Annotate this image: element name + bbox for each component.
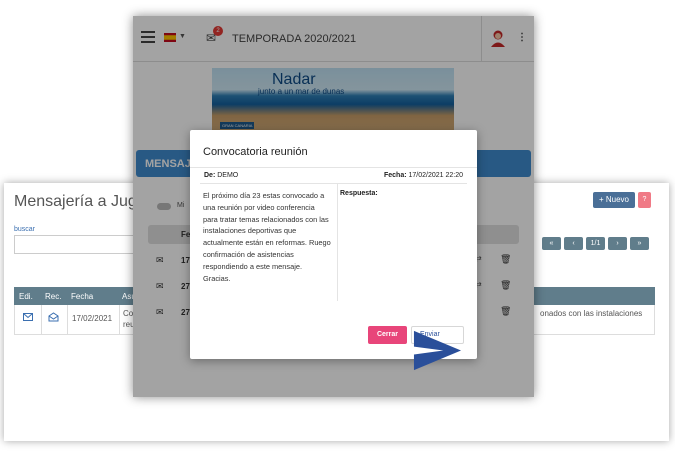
date-value: 17/02/2021 22:20 — [408, 172, 464, 179]
date-label: Fecha: — [383, 172, 407, 179]
search-label: buscar — [14, 226, 36, 233]
prev-page-button[interactable]: ‹ — [564, 237, 583, 250]
new-message-button[interactable]: + Nuevo — [592, 192, 635, 208]
help-button[interactable]: ? — [638, 192, 651, 208]
sender: De: DEMO — [204, 172, 238, 179]
message-date: Fecha: 17/02/2021 22:20 — [384, 172, 463, 179]
mail-icon[interactable] — [23, 313, 33, 321]
col-received: Rec. — [45, 292, 62, 301]
row-date: 17/02/2021 — [72, 314, 113, 323]
close-button[interactable]: Cerrar — [368, 326, 407, 344]
next-page-button[interactable]: › — [608, 237, 627, 250]
message-body: El próximo día 23 estas convocado a una … — [203, 191, 331, 283]
page-indicator: 1/1 — [586, 237, 605, 250]
search-input[interactable] — [14, 235, 136, 254]
response-textarea[interactable] — [340, 202, 468, 300]
message-dialog: Convocatoria reunión De: DEMO Fecha: 17/… — [190, 130, 477, 371]
row-text-right: onados con las instalaciones — [540, 309, 643, 318]
pagination: « ‹ 1/1 › » — [542, 237, 652, 250]
sender-value: DEMO — [217, 172, 239, 179]
response-label: Respuesta: — [340, 190, 378, 197]
send-button-label: Enviar — [420, 331, 440, 338]
send-button[interactable]: Enviar — [411, 326, 464, 371]
last-page-button[interactable]: » — [630, 237, 649, 250]
first-page-button[interactable]: « — [542, 237, 561, 250]
read-receipt-icon — [48, 312, 59, 322]
col-edit: Edi. — [19, 292, 33, 301]
col-date: Fecha — [71, 292, 94, 301]
dialog-title: Convocatoria reunión — [203, 146, 308, 158]
sender-label: De: — [204, 172, 216, 179]
